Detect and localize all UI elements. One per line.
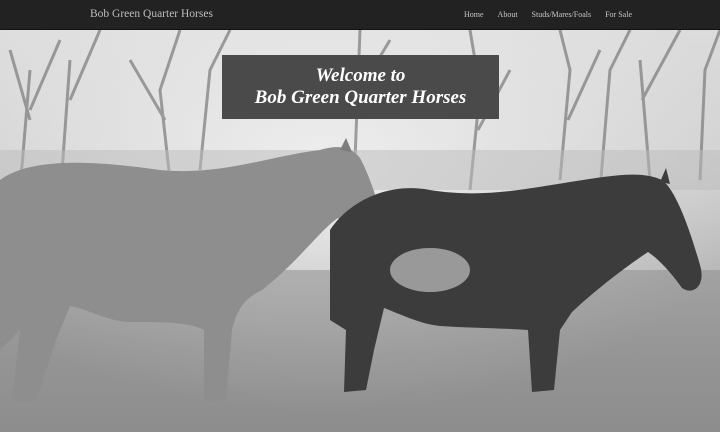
nav-link-studs-mares-foals[interactable]: Studs/Mares/Foals [532,10,592,19]
welcome-banner: Welcome to Bob Green Quarter Horses [222,55,499,119]
welcome-heading-line1: Welcome to [315,65,406,86]
brand-link[interactable]: Bob Green Quarter Horses [90,8,213,20]
breath-steam [390,248,470,292]
nav-link-about[interactable]: About [498,10,518,19]
hero-banner: Welcome to Bob Green Quarter Horses [0,30,720,432]
nav-link-for-sale[interactable]: For Sale [605,10,632,19]
top-navbar: Bob Green Quarter Horses Home About Stud… [0,0,720,30]
welcome-heading-line2: Bob Green Quarter Horses [254,87,467,108]
nav-links: Home About Studs/Mares/Foals For Sale [450,10,632,19]
nav-link-home[interactable]: Home [464,10,484,19]
